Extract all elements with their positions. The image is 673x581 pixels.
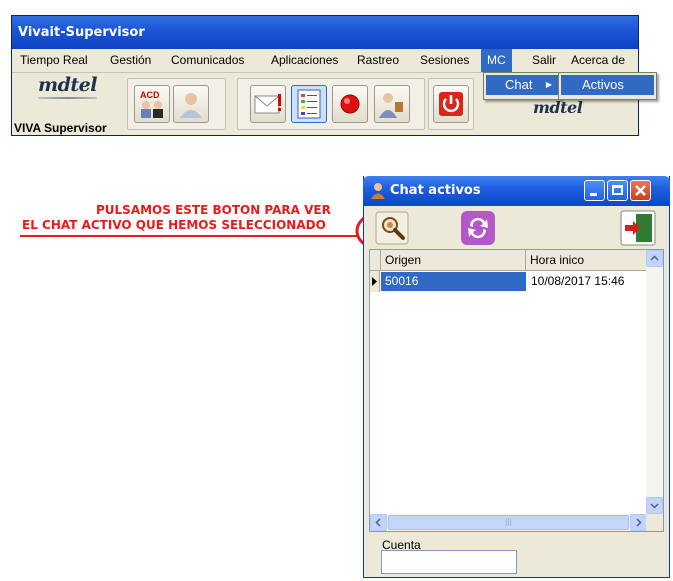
messages-button[interactable] <box>250 85 286 123</box>
refresh-button[interactable] <box>459 209 497 247</box>
cell-hora[interactable]: 10/08/2017 15:46 <box>527 272 648 291</box>
toolbar-group-power <box>428 78 474 130</box>
submenu-chat[interactable]: Chat ▶ <box>486 75 558 95</box>
acd-label: ACD <box>140 90 160 100</box>
report-button[interactable] <box>291 85 327 123</box>
cuenta-input[interactable] <box>381 550 517 574</box>
annotation-line-2: EL CHAT ACTIVO QUE HEMOS SELECCIONADO <box>22 218 326 232</box>
power-button[interactable] <box>433 85 469 123</box>
cell-origen[interactable]: 50016 <box>381 272 526 291</box>
menu-mc[interactable]: MC <box>481 49 512 72</box>
maximize-button[interactable] <box>607 180 628 201</box>
maximize-icon <box>612 185 623 195</box>
chat-activos-window: Chat activos Origen Hora inico 50016 10/… <box>363 176 670 578</box>
current-row-arrow-icon <box>372 277 377 286</box>
exit-button[interactable] <box>619 209 657 247</box>
toolbar-group-agents: ACD <box>127 78 226 130</box>
magnifier-icon <box>375 211 409 245</box>
envelope-icon <box>254 94 281 114</box>
menu-gestion[interactable]: Gestión <box>108 52 153 69</box>
toolbar-group-actions <box>237 78 425 130</box>
mdtel-logo: mdtel <box>38 74 97 99</box>
horizontal-scroll-thumb[interactable]: ||| <box>388 515 629 530</box>
row-indicator <box>370 271 380 292</box>
horizontal-scrollbar[interactable]: ||| <box>370 514 663 531</box>
scroll-left-button[interactable] <box>370 514 387 531</box>
mdtel-logo-right: mdtel <box>533 98 583 117</box>
main-window-title: Vivait-Supervisor <box>12 16 638 49</box>
user-icon <box>180 93 202 118</box>
viva-supervisor-label: VIVA Supervisor <box>14 121 107 135</box>
power-icon <box>439 92 463 116</box>
menu-salir[interactable]: Salir <box>530 52 558 69</box>
table-corner <box>370 250 381 271</box>
chevron-left-icon <box>375 518 381 527</box>
listen-button[interactable] <box>374 85 410 123</box>
submenu-arrow-icon: ▶ <box>545 80 552 89</box>
mdtel-logo-right-text: mdtel <box>533 98 583 117</box>
menu-bar: Tiempo Real Gestión Comunicados Aplicaci… <box>12 49 638 73</box>
menu-tiempo-real[interactable]: Tiempo Real <box>18 52 90 69</box>
scroll-corner <box>646 514 663 531</box>
chevron-down-icon <box>650 503 659 509</box>
menu-aplicaciones[interactable]: Aplicaciones <box>269 52 340 69</box>
acd-button[interactable]: ACD <box>134 85 170 123</box>
chevron-right-icon <box>636 518 642 527</box>
mc-submenu: Chat ▶ <box>483 72 561 100</box>
record-icon <box>340 94 360 114</box>
chat-user-icon <box>371 183 385 199</box>
vertical-scrollbar[interactable] <box>646 250 663 514</box>
minimize-button[interactable] <box>584 180 605 201</box>
scroll-down-button[interactable] <box>646 497 663 514</box>
menu-rastreo[interactable]: Rastreo <box>355 52 401 69</box>
column-header-origen[interactable]: Origen <box>381 250 526 271</box>
chats-table: Origen Hora inico 50016 10/08/2017 15:46… <box>369 249 664 532</box>
view-chat-button[interactable] <box>373 209 411 247</box>
submenu-activos-label: Activos <box>582 77 624 92</box>
menu-comunicados[interactable]: Comunicados <box>169 52 246 69</box>
scroll-right-button[interactable] <box>630 514 647 531</box>
record-button[interactable] <box>332 85 368 123</box>
scroll-up-button[interactable] <box>646 250 663 267</box>
submenu-chat-label: Chat <box>505 77 533 92</box>
user-button[interactable] <box>173 85 209 123</box>
chat-submenu: Activos <box>558 72 657 100</box>
column-header-hora[interactable]: Hora inico <box>526 250 648 271</box>
refresh-icon <box>461 211 495 245</box>
acd-agents-icon: ACD <box>140 90 163 118</box>
annotation-underline <box>20 235 357 237</box>
close-button[interactable] <box>630 180 651 201</box>
mdtel-logo-text: mdtel <box>38 74 97 96</box>
chevron-up-icon <box>650 255 659 261</box>
exit-door-icon <box>620 210 656 246</box>
chat-window-titlebar: Chat activos <box>363 176 670 206</box>
annotation-line-1: PULSAMOS ESTE BOTON PARA VER <box>96 203 331 217</box>
minimize-icon <box>590 193 597 196</box>
menu-sesiones[interactable]: Sesiones <box>418 52 471 69</box>
user-speaker-icon <box>379 93 403 118</box>
close-icon <box>635 185 646 196</box>
chat-window-title: Chat activos <box>390 183 481 198</box>
logo-swoosh <box>38 97 97 99</box>
menu-acerca-de[interactable]: Acerca de <box>569 52 627 69</box>
submenu-activos[interactable]: Activos <box>561 75 654 95</box>
report-list-icon <box>297 89 321 119</box>
